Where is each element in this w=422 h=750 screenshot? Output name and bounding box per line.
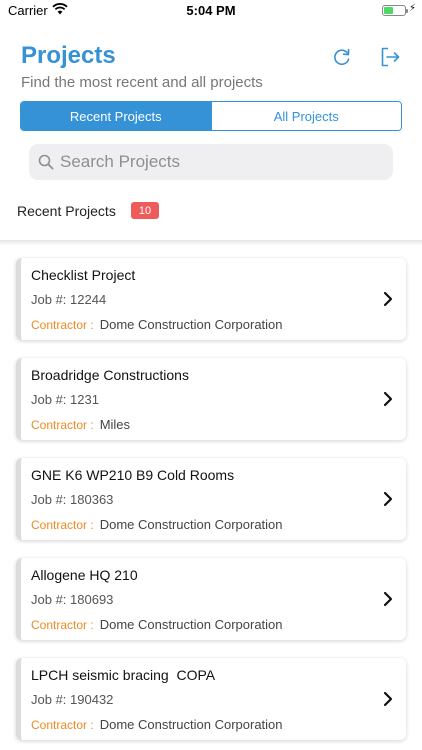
- contractor-row: Contractor : Dome Construction Corporatio…: [31, 317, 283, 332]
- contractor-row: Contractor : Dome Construction Corporatio…: [31, 517, 283, 532]
- chevron-right-icon: [383, 291, 393, 307]
- contractor-name: Dome Construction Corporation: [99, 617, 283, 632]
- search-icon: [38, 154, 54, 170]
- project-title: LPCH seismic bracing COPA: [31, 667, 216, 683]
- contractor-label: Contractor :: [31, 518, 94, 532]
- status-bar: Carrier 5:04 PM ⚡: [0, 0, 422, 22]
- section-title: Recent Projects: [17, 203, 116, 219]
- page-title: Projects: [21, 42, 116, 69]
- refresh-button[interactable]: [329, 44, 355, 70]
- project-card[interactable]: Checklist Project Job #: 12244 Contracto…: [16, 258, 406, 340]
- clock: 5:04 PM: [186, 3, 236, 18]
- contractor-name: Miles: [99, 417, 131, 432]
- job-number: Job #: 180693: [31, 592, 114, 607]
- job-number: Job #: 190432: [31, 692, 114, 707]
- contractor-label: Contractor :: [31, 418, 94, 432]
- chevron-right-icon: [383, 691, 393, 707]
- recent-projects-header: Recent Projects 10: [0, 193, 422, 241]
- logout-icon: [381, 47, 400, 67]
- contractor-name: Dome Construction Corporation: [99, 717, 283, 732]
- project-card[interactable]: Allogene HQ 210 Job #: 180693 Contractor…: [16, 558, 406, 640]
- contractor-name: Dome Construction Corporation: [99, 317, 283, 332]
- logout-button[interactable]: [377, 44, 403, 70]
- contractor-label: Contractor :: [31, 718, 94, 732]
- tab-all-projects[interactable]: All Projects: [210, 102, 401, 130]
- project-card[interactable]: Broadridge Constructions Job #: 1231 Con…: [16, 358, 406, 440]
- job-number: Job #: 180363: [31, 492, 114, 507]
- chevron-right-icon: [383, 491, 393, 507]
- contractor-label: Contractor :: [31, 618, 94, 632]
- project-title: Checklist Project: [31, 267, 136, 283]
- project-count-badge: 10: [131, 202, 159, 219]
- header-divider: [0, 240, 422, 246]
- job-number: Job #: 1231: [31, 392, 99, 407]
- page-subtitle: Find the most recent and all projects: [21, 74, 263, 91]
- contractor-row: Contractor : Miles: [31, 417, 130, 432]
- search-bar: [29, 144, 393, 180]
- project-title: Allogene HQ 210: [31, 567, 138, 583]
- project-list: Checklist Project Job #: 12244 Contracto…: [16, 258, 406, 750]
- project-card[interactable]: GNE K6 WP210 B9 Cold Rooms Job #: 180363…: [16, 458, 406, 540]
- battery-icon: [382, 5, 408, 16]
- job-number: Job #: 12244: [31, 292, 107, 307]
- contractor-row: Contractor : Dome Construction Corporatio…: [31, 617, 283, 632]
- project-card[interactable]: LPCH seismic bracing COPA Job #: 190432 …: [16, 658, 406, 740]
- search-input[interactable]: [60, 152, 380, 172]
- project-title: Broadridge Constructions: [31, 367, 189, 383]
- battery-level: [384, 7, 394, 14]
- tab-recent-projects[interactable]: Recent Projects: [21, 102, 211, 130]
- chevron-right-icon: [383, 391, 393, 407]
- project-title: GNE K6 WP210 B9 Cold Rooms: [31, 467, 235, 483]
- charging-icon: ⚡: [408, 3, 416, 14]
- contractor-row: Contractor : Dome Construction Corporatio…: [31, 717, 283, 732]
- contractor-label: Contractor :: [31, 318, 94, 332]
- chevron-right-icon: [383, 591, 393, 607]
- refresh-icon: [334, 48, 350, 66]
- project-tabs: Recent Projects All Projects: [20, 101, 402, 131]
- contractor-name: Dome Construction Corporation: [99, 517, 283, 532]
